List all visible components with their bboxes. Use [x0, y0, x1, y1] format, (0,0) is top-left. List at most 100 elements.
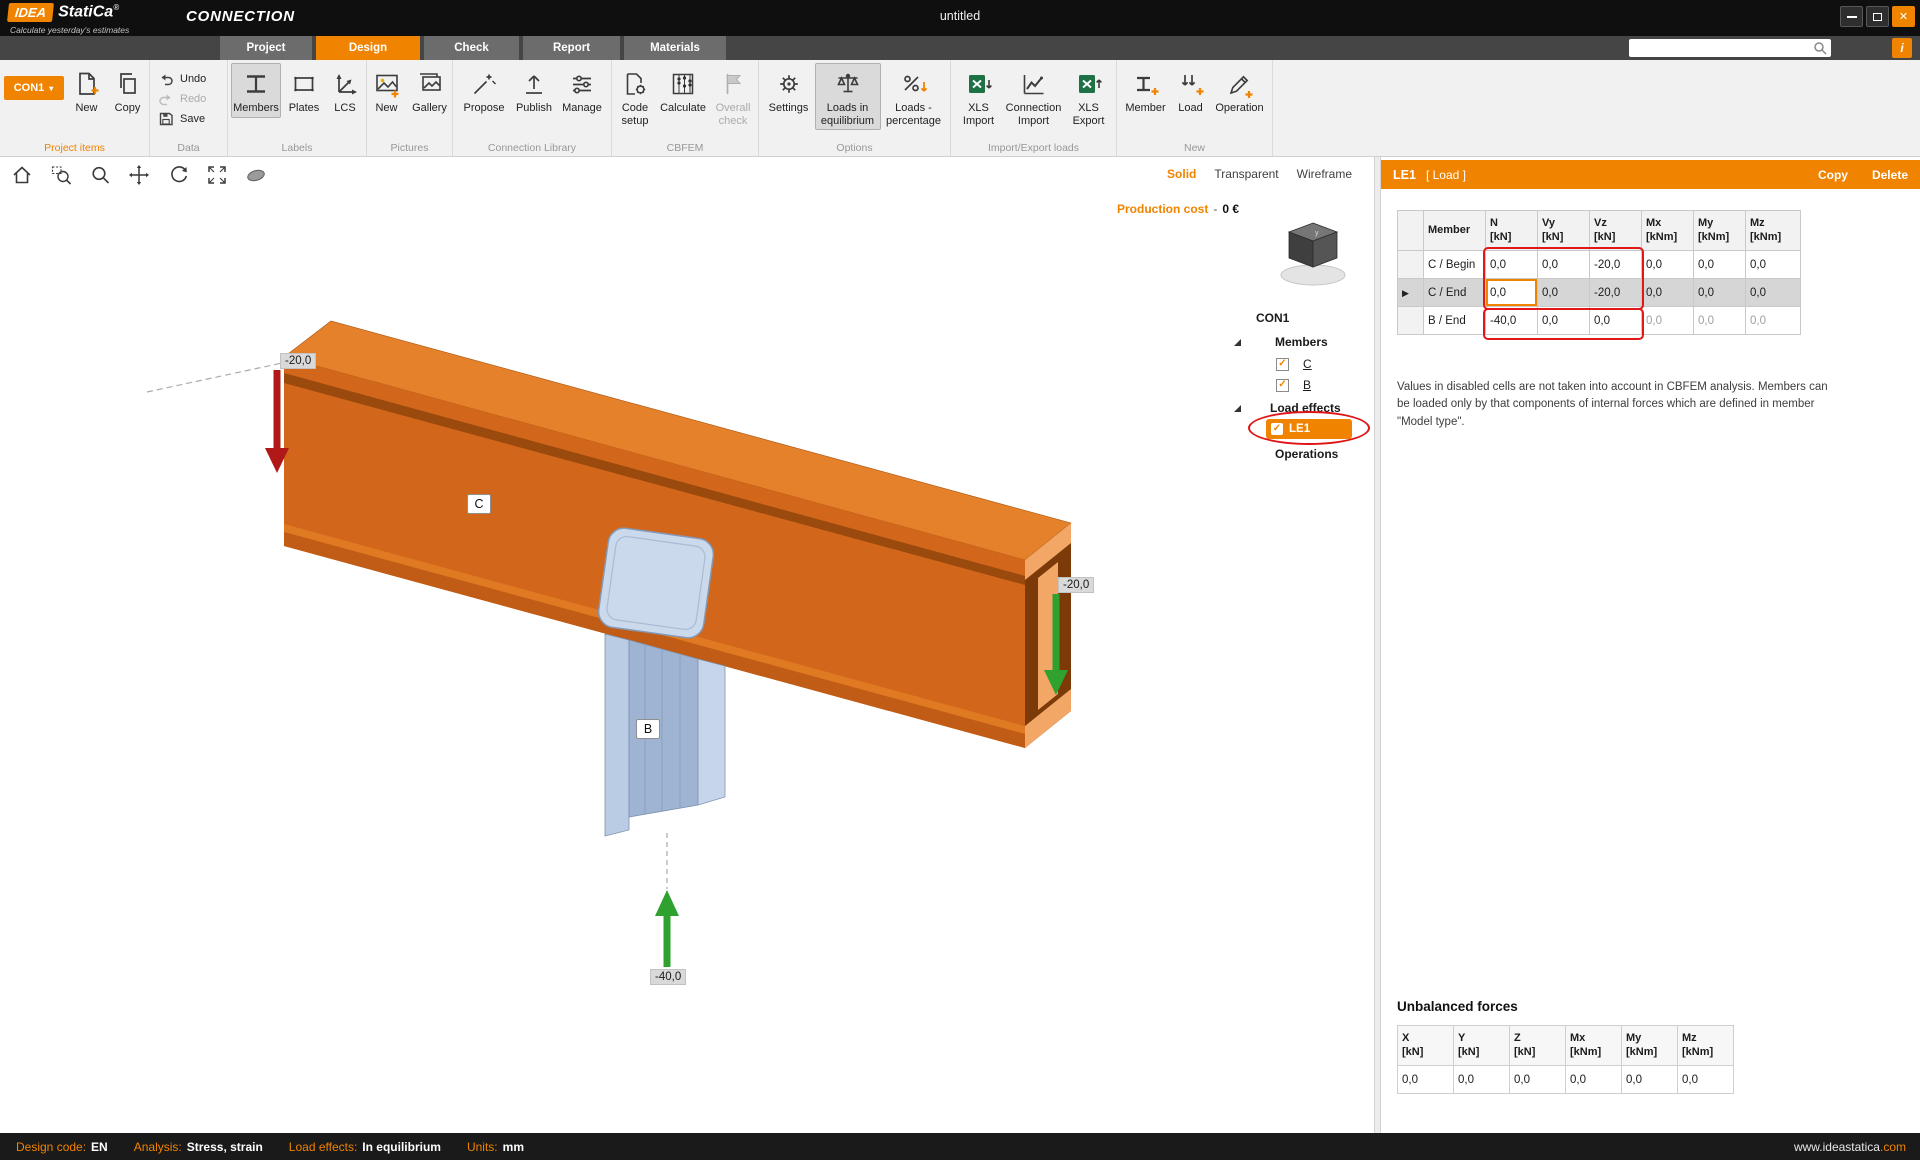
cell-vz[interactable]: -20,0 — [1590, 279, 1642, 307]
mode-transparent[interactable]: Transparent — [1214, 167, 1278, 181]
new-load-icon — [1177, 68, 1205, 100]
ribbon-group-connection-library: Propose Publish Manage Connection Librar… — [453, 60, 612, 156]
rotate-button[interactable] — [164, 161, 191, 188]
pan-button[interactable] — [125, 161, 152, 188]
zoom-fit-button[interactable] — [203, 161, 230, 188]
search-input[interactable] — [1629, 42, 1813, 54]
copy-project-item-button[interactable]: Copy — [108, 63, 148, 118]
cell-mz[interactable]: 0,0 — [1746, 251, 1801, 279]
minimize-button[interactable] — [1840, 6, 1863, 27]
cell-my[interactable]: 0,0 — [1694, 279, 1746, 307]
search-box[interactable] — [1629, 39, 1831, 57]
expand-triangle-icon[interactable] — [1234, 405, 1241, 412]
mode-wireframe[interactable]: Wireframe — [1297, 167, 1352, 181]
expand-triangle-icon[interactable] — [1234, 339, 1241, 346]
row-selector[interactable] — [1398, 307, 1424, 335]
cell-vz[interactable]: -20,0 — [1590, 251, 1642, 279]
close-button[interactable]: ✕ — [1892, 6, 1915, 27]
search-icon[interactable] — [1813, 41, 1827, 55]
checkbox-le1[interactable]: ✓ — [1271, 423, 1283, 435]
new-member-button[interactable]: Member — [1123, 63, 1169, 118]
home-icon — [11, 164, 33, 186]
zoom-window-button[interactable] — [47, 161, 74, 188]
redo-button[interactable]: Redo — [158, 90, 227, 108]
xls-import-button[interactable]: XLS Import — [957, 63, 1001, 130]
loads-in-equilibrium-button[interactable]: Loads in equilibrium — [815, 63, 881, 130]
navigation-cube[interactable]: y — [1271, 213, 1355, 293]
info-button[interactable]: i — [1892, 38, 1912, 58]
code-setup-button[interactable]: Code setup — [612, 63, 658, 130]
new-picture-button[interactable]: New — [368, 63, 406, 118]
member-b-column[interactable] — [597, 526, 725, 836]
lcs-labels-button[interactable]: LCS — [327, 63, 363, 118]
units-value: mm — [503, 1140, 524, 1154]
tree-root-con1[interactable]: CON1 — [1222, 308, 1374, 328]
table-row-b-end: B / End -40,0 0,0 0,0 0,0 0,0 0,0 — [1398, 307, 1801, 335]
cell-vy[interactable]: 0,0 — [1538, 279, 1590, 307]
row-selector[interactable] — [1398, 251, 1424, 279]
cell-vy[interactable]: 0,0 — [1538, 307, 1590, 335]
tree-node-members[interactable]: Members — [1222, 332, 1374, 352]
copy-load-button[interactable]: Copy — [1818, 168, 1848, 182]
home-view-button[interactable] — [8, 161, 35, 188]
connection-import-button[interactable]: Connection Import — [1002, 63, 1066, 130]
loads-percentage-button[interactable]: Loads - percentage — [883, 63, 945, 130]
maximize-button[interactable] — [1866, 6, 1889, 27]
cell-member[interactable]: B / End — [1424, 307, 1486, 335]
website-link[interactable]: www.ideastatica.com — [1794, 1140, 1906, 1154]
checkbox-member-c[interactable]: ✓ — [1276, 358, 1289, 371]
pan-icon — [128, 164, 150, 186]
tab-report[interactable]: Report — [523, 36, 620, 60]
xls-export-button[interactable]: XLS Export — [1067, 63, 1111, 130]
tree-node-load-effects[interactable]: Load effects — [1222, 398, 1374, 418]
cell-mx[interactable]: 0,0 — [1642, 279, 1694, 307]
overall-check-button[interactable]: Overall check — [708, 63, 758, 130]
cell-mz[interactable]: 0,0 — [1746, 279, 1801, 307]
mode-solid[interactable]: Solid — [1167, 167, 1196, 181]
publish-button[interactable]: Publish — [511, 63, 557, 118]
tree-item-member-c[interactable]: ✓ C — [1222, 354, 1374, 374]
cell-mx[interactable]: 0,0 — [1642, 251, 1694, 279]
tab-check[interactable]: Check — [424, 36, 519, 60]
clipping-plane-button[interactable] — [242, 161, 269, 188]
con1-selector[interactable]: CON1 ▾ — [4, 76, 64, 100]
manage-button[interactable]: Manage — [559, 63, 605, 118]
viewport-toolbar — [8, 161, 269, 188]
tree-node-operations[interactable]: Operations — [1222, 444, 1374, 464]
calculate-button[interactable]: Calculate — [659, 63, 707, 118]
save-button[interactable]: Save — [158, 110, 227, 128]
panel-divider[interactable] — [1374, 157, 1381, 1133]
settings-button[interactable]: Settings — [765, 63, 813, 118]
member-c-badge: C — [467, 494, 491, 514]
new-project-item-button[interactable]: New — [68, 63, 106, 118]
undo-button[interactable]: Undo — [158, 70, 227, 88]
tree-item-member-b[interactable]: ✓ B — [1222, 375, 1374, 395]
3d-viewport[interactable]: Solid Transparent Wireframe Production c… — [0, 157, 1374, 1133]
zoom-button[interactable] — [86, 161, 113, 188]
cell-my[interactable]: 0,0 — [1694, 251, 1746, 279]
cell-n-active[interactable]: 0,0 — [1486, 279, 1538, 307]
members-labels-button[interactable]: Members — [231, 63, 281, 118]
cell-n[interactable]: -40,0 — [1486, 307, 1538, 335]
checkbox-member-b[interactable]: ✓ — [1276, 379, 1289, 392]
tab-materials[interactable]: Materials — [624, 36, 726, 60]
tab-project[interactable]: Project — [220, 36, 312, 60]
new-operation-pencil-icon — [1226, 68, 1254, 100]
plates-labels-button[interactable]: Plates — [283, 63, 325, 118]
cell-vy[interactable]: 0,0 — [1538, 251, 1590, 279]
cell-member[interactable]: C / End — [1424, 279, 1486, 307]
new-load-button[interactable]: Load — [1171, 63, 1211, 118]
gallery-button[interactable]: Gallery — [408, 63, 452, 118]
delete-load-button[interactable]: Delete — [1872, 168, 1908, 182]
cell-vz[interactable]: 0,0 — [1590, 307, 1642, 335]
row-selector[interactable]: ▶ — [1398, 279, 1424, 307]
cell-member[interactable]: C / Begin — [1424, 251, 1486, 279]
new-operation-button[interactable]: Operation — [1213, 63, 1267, 118]
tree-item-le1[interactable]: ✓ LE1 — [1266, 419, 1352, 439]
3d-scene[interactable] — [0, 157, 1374, 1133]
plates-icon — [290, 68, 318, 100]
propose-button[interactable]: Propose — [459, 63, 509, 118]
tab-design[interactable]: Design — [316, 36, 420, 60]
cell-n[interactable]: 0,0 — [1486, 251, 1538, 279]
panel-header: LE1 [ Load ] Copy Delete — [1381, 160, 1920, 189]
